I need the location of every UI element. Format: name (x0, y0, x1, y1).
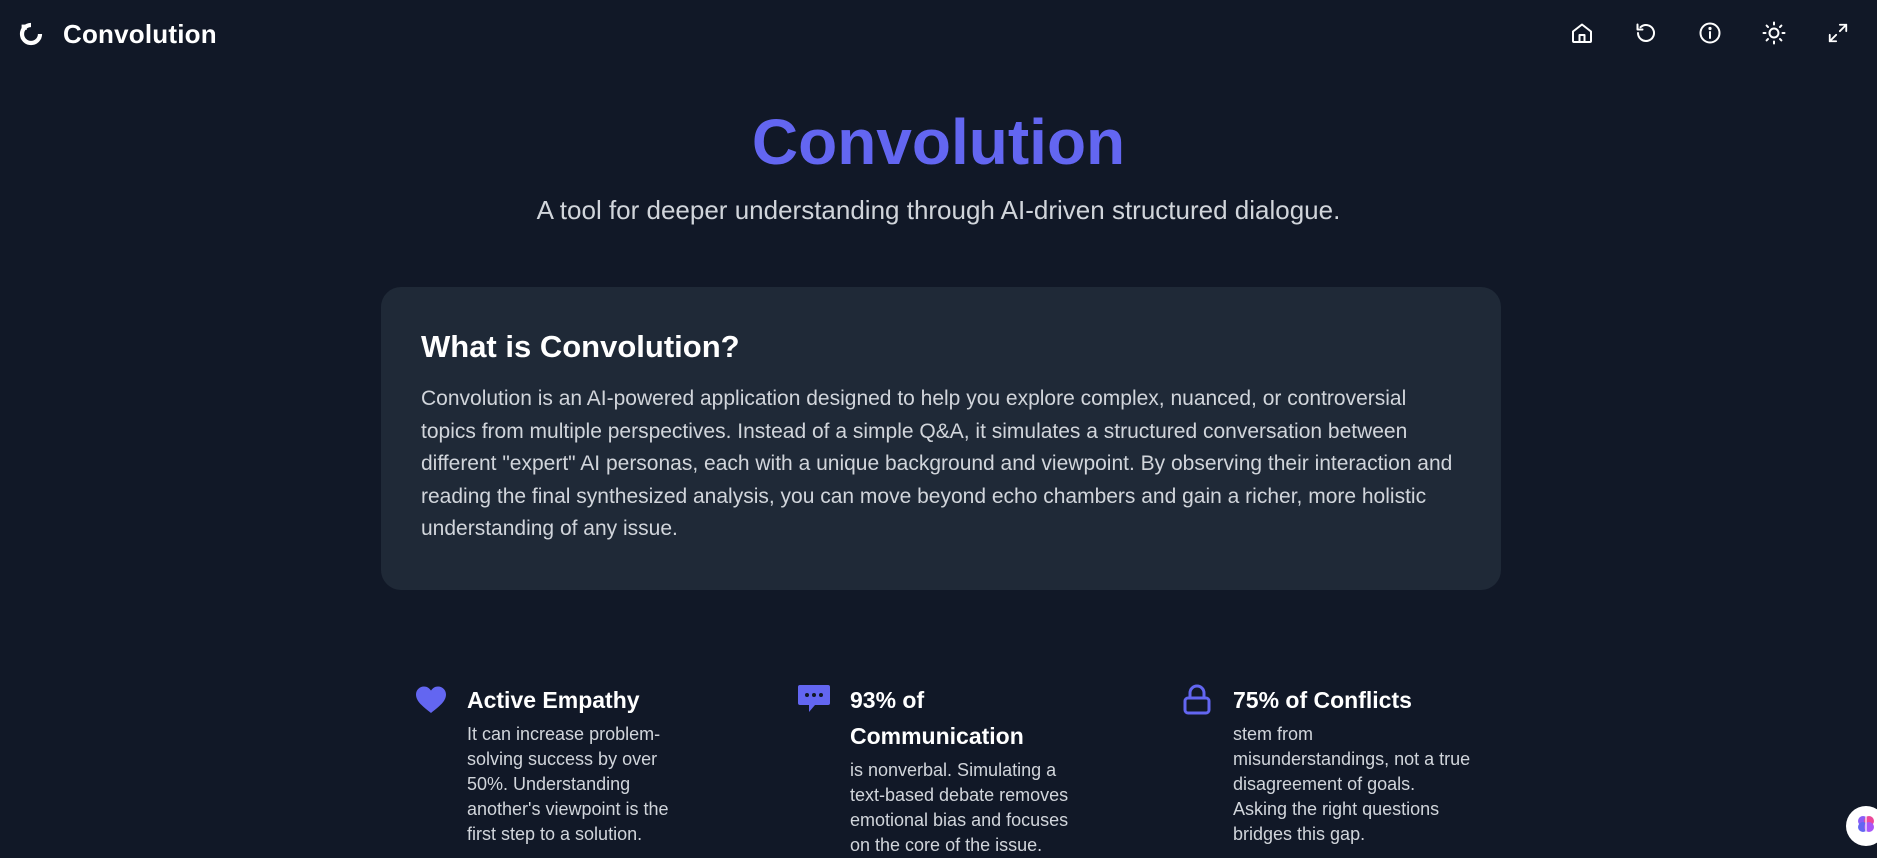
hero-subtitle: A tool for deeper understanding through … (536, 195, 1341, 225)
reset-button[interactable] (1632, 20, 1660, 48)
brand-name: Convolution (63, 18, 217, 49)
feature-text: 75% of Conflicts stem from misunderstand… (1233, 682, 1471, 847)
convolution-logo-icon (19, 22, 43, 46)
theme-toggle-button[interactable] (1760, 20, 1788, 48)
fullscreen-button[interactable] (1824, 20, 1852, 48)
sun-icon (1762, 21, 1786, 48)
top-bar: Convolution (0, 0, 1877, 68)
info-button[interactable] (1696, 20, 1724, 48)
home-icon (1570, 21, 1594, 48)
feature-description: stem from misunderstandings, not a true … (1233, 724, 1471, 844)
feature-active-empathy: Active Empathy It can increase problem-s… (413, 682, 703, 847)
feature-title: Active Empathy (467, 687, 640, 713)
brand[interactable]: Convolution (19, 19, 217, 50)
feature-text: 93% of Communication is nonverbal. Simul… (850, 682, 1088, 858)
brain-icon (1854, 812, 1877, 841)
about-heading: What is Convolution? (421, 329, 740, 364)
chat-bubble-icon (796, 682, 832, 718)
about-card: What is Convolution? Convolution is an A… (381, 287, 1501, 590)
hero: Convolution A tool for deeper understand… (0, 102, 1877, 228)
feature-communication: 93% of Communication is nonverbal. Simul… (796, 682, 1096, 858)
hero-title: Convolution (751, 106, 1126, 178)
feature-conflicts: 75% of Conflicts stem from misunderstand… (1179, 682, 1499, 847)
feature-description: is nonverbal. Simulating a text-based de… (850, 760, 1069, 855)
info-icon (1698, 21, 1722, 48)
lock-icon (1179, 682, 1215, 718)
history-icon (1634, 21, 1658, 48)
home-button[interactable] (1568, 20, 1596, 48)
fullscreen-icon (1827, 22, 1849, 47)
heart-icon (413, 682, 449, 718)
toolbar (1568, 20, 1858, 48)
about-body: Convolution is an AI-powered application… (421, 387, 1453, 540)
feature-list: Active Empathy It can increase problem-s… (413, 682, 1513, 855)
feature-text: Active Empathy It can increase problem-s… (467, 682, 687, 847)
feature-description: It can increase problem-solving success … (467, 724, 669, 844)
assistant-launcher-button[interactable] (1846, 806, 1877, 846)
feature-title: 75% of Conflicts (1233, 687, 1412, 713)
feature-title: 93% of Communication (850, 687, 1024, 749)
